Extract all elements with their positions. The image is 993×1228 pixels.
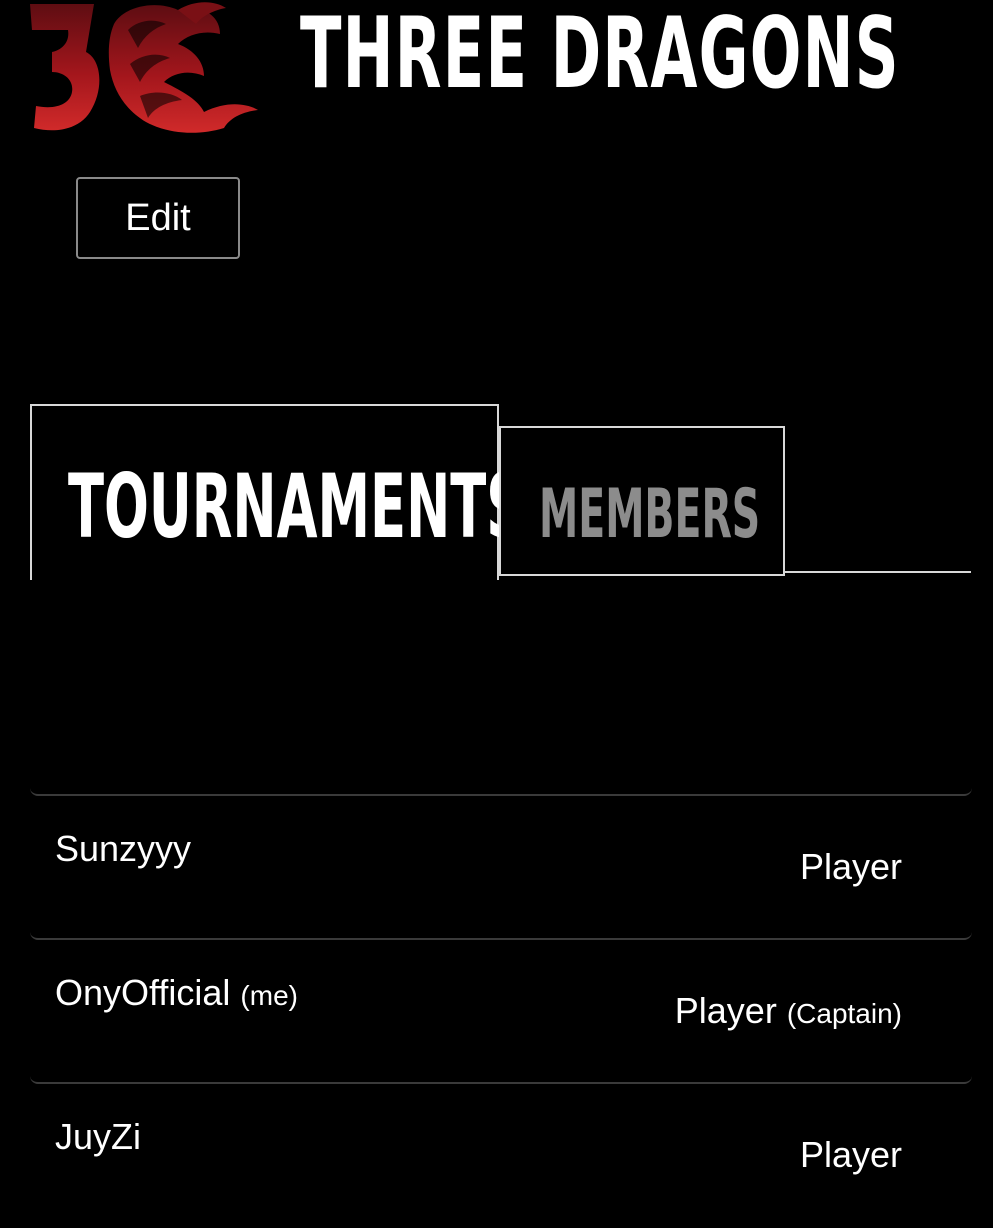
member-name-text: Sunzyyy [55, 828, 192, 869]
edit-button[interactable]: Edit [76, 177, 240, 259]
member-self-note: (me) [240, 980, 298, 1011]
member-role-text: Player [799, 846, 902, 887]
member-name-text: JuyZi [55, 1116, 142, 1157]
member-role: Player [800, 846, 902, 888]
member-name-text: OnyOfficial [55, 972, 231, 1013]
tab-tournaments[interactable]: TOURNAMENTS [30, 404, 524, 580]
member-name: JuyZi [55, 1116, 141, 1158]
tab-members[interactable]: MEMBERS [499, 426, 785, 576]
member-role-text: Player [799, 1134, 902, 1175]
member-row[interactable]: OnyOfficial (me) Player (Captain) [30, 940, 972, 1084]
member-role-text: Player [674, 990, 777, 1031]
member-row[interactable]: Sunzyyy Player [30, 796, 972, 940]
tab-tournaments-label: TOURNAMENTS [68, 455, 525, 558]
member-role: Player [800, 1134, 902, 1176]
member-row[interactable]: JuyZi Player [30, 1084, 972, 1228]
team-name-title: THREE DRAGONS [300, 0, 900, 111]
tab-bar-baseline [785, 571, 971, 573]
tab-members-label: MEMBERS [539, 475, 761, 554]
member-name: OnyOfficial (me) [55, 972, 298, 1017]
list-header-divider [30, 738, 972, 796]
member-role: Player (Captain) [675, 990, 902, 1035]
three-dragons-logo [30, 2, 258, 133]
member-name: Sunzyyy [55, 828, 191, 870]
member-captain-note: (Captain) [786, 998, 902, 1029]
